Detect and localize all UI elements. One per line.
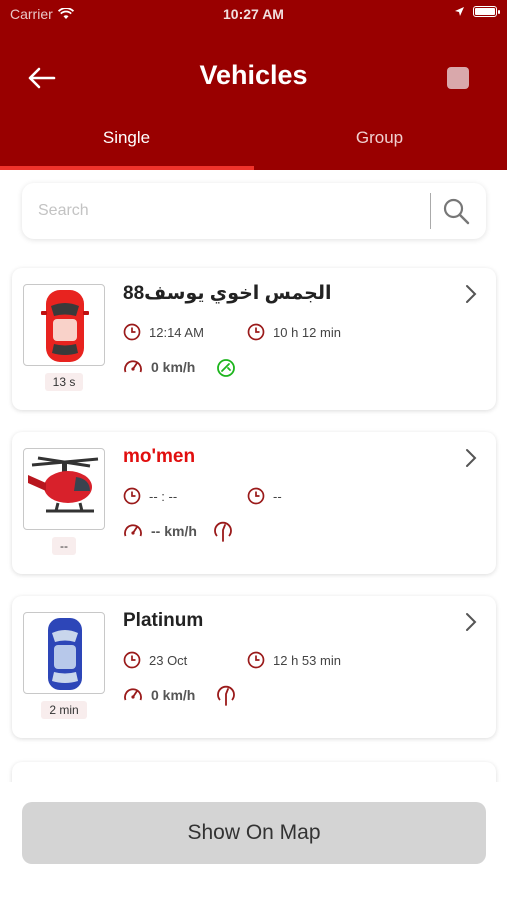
ignition-on-icon xyxy=(217,359,235,377)
vehicle-name: mo'men xyxy=(123,446,196,467)
chevron-right-icon[interactable] xyxy=(464,448,478,468)
chevron-right-icon[interactable] xyxy=(464,284,478,304)
clock-icon xyxy=(123,651,141,669)
ignition-off-icon xyxy=(217,685,235,706)
tab-bar: Single Group xyxy=(0,118,507,170)
search-icon[interactable] xyxy=(442,197,470,225)
location-arrow-icon xyxy=(455,7,464,16)
speedometer-icon xyxy=(124,524,142,537)
speedometer-icon xyxy=(124,688,142,701)
ignition-off-icon xyxy=(214,521,232,542)
vehicle-card[interactable]: 13 s 88الجمس اخوي يوسف 12:14 AM 10 h 12 … xyxy=(12,268,496,410)
vehicle-speed: -- km/h xyxy=(151,523,197,539)
tab-single[interactable]: Single xyxy=(0,128,253,148)
clock-icon xyxy=(123,323,141,341)
search-divider xyxy=(430,193,431,229)
stop-duration: 12 h 53 min xyxy=(273,652,341,668)
clock-icon xyxy=(123,487,141,505)
status-bar: Carrier 10:27 AM xyxy=(0,0,507,30)
tab-indicator xyxy=(0,166,254,170)
show-on-map-button[interactable]: Show On Map xyxy=(22,802,486,864)
clock-icon xyxy=(247,651,265,669)
speedometer-icon xyxy=(124,360,142,373)
vehicle-speed: 0 km/h xyxy=(151,359,196,375)
search-bar xyxy=(22,183,486,239)
vehicle-thumbnail xyxy=(23,284,105,366)
app-header: Carrier 10:27 AM Vehicles Single Group xyxy=(0,0,507,170)
last-update-time: 23 Oct xyxy=(149,652,188,668)
last-update-time: -- : -- xyxy=(149,488,178,504)
page-title: Vehicles xyxy=(199,60,308,90)
stop-duration: -- xyxy=(273,488,282,504)
blue-car-icon xyxy=(48,618,82,690)
clock-icon xyxy=(247,487,265,505)
last-update-time: 12:14 AM xyxy=(149,324,204,340)
update-age-badge: 2 min xyxy=(41,701,87,719)
chevron-right-icon[interactable] xyxy=(464,612,478,632)
vehicle-thumbnail xyxy=(23,448,105,530)
tab-group[interactable]: Group xyxy=(253,128,506,148)
clock-icon xyxy=(247,323,265,341)
helicopter-icon xyxy=(28,456,99,513)
battery-icon xyxy=(473,6,500,17)
clock: 10:27 AM xyxy=(223,6,284,22)
footer: Show On Map xyxy=(0,782,507,900)
update-age-badge: -- xyxy=(52,537,76,555)
square-icon[interactable] xyxy=(447,67,469,89)
vehicle-speed: 0 km/h xyxy=(151,687,196,703)
vehicle-card[interactable]: -- mo'men -- : -- -- -- km/h xyxy=(12,432,496,574)
vehicle-name: 88الجمس اخوي يوسف xyxy=(123,283,332,304)
red-car-icon xyxy=(41,290,89,362)
update-age-badge: 13 s xyxy=(44,373,84,391)
search-input[interactable] xyxy=(38,199,418,223)
vehicle-name: Platinum xyxy=(123,610,204,631)
stop-duration: 10 h 12 min xyxy=(273,324,341,340)
vehicle-card[interactable]: 2 min Platinum 23 Oct 12 h 53 min 0 km/h xyxy=(12,596,496,738)
vehicle-thumbnail xyxy=(23,612,105,694)
